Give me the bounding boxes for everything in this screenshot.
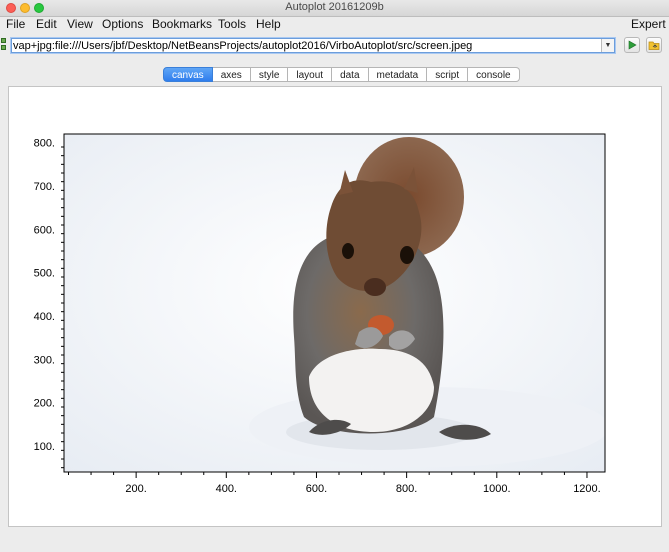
x-tick-label: 600.: [306, 483, 327, 495]
y-tick-label: 700.: [34, 181, 55, 193]
folder-icon: [648, 41, 660, 50]
data-source-row: ▼: [0, 36, 669, 56]
plot-canvas[interactable]: 200. 400. 600. 800. 1000. 1200. 100. 200. 300. 4…: [9, 87, 661, 526]
tab-script[interactable]: script: [427, 67, 469, 82]
open-file-button[interactable]: [646, 37, 662, 53]
tab-layout[interactable]: layout: [288, 67, 333, 82]
tab-console[interactable]: console: [468, 67, 520, 82]
x-tick-label: 400.: [216, 483, 237, 495]
y-axis: 100. 200. 300. 400. 500. 600. 700. 800.: [34, 138, 64, 469]
tab-metadata[interactable]: metadata: [368, 67, 428, 82]
menu-view[interactable]: View: [67, 17, 93, 31]
plot-image: [64, 134, 605, 472]
menu-file[interactable]: File: [6, 17, 25, 31]
play-icon: [628, 40, 637, 50]
x-tick-label: 800.: [396, 483, 417, 495]
squirrel-eye: [342, 243, 354, 259]
canvas-panel: 200. 400. 600. 800. 1000. 1200. 100. 200. 300. 4…: [8, 86, 662, 527]
drag-handle-icon[interactable]: [1, 38, 7, 52]
menu-edit[interactable]: Edit: [36, 17, 57, 31]
y-tick-label: 200.: [34, 398, 55, 410]
tab-style[interactable]: style: [250, 67, 289, 82]
x-tick-label: 1000.: [483, 483, 511, 495]
plot-go-button[interactable]: [624, 37, 640, 53]
tab-canvas[interactable]: canvas: [163, 67, 213, 82]
menu-options[interactable]: Options: [102, 17, 143, 31]
y-tick-label: 100.: [34, 441, 55, 453]
menu-bookmarks[interactable]: Bookmarks: [152, 17, 212, 31]
window-title: Autoplot 20161209b: [285, 1, 384, 13]
y-tick-label: 800.: [34, 138, 55, 150]
tab-axes[interactable]: axes: [212, 67, 251, 82]
y-tick-label: 300.: [34, 354, 55, 366]
x-tick-label: 200.: [125, 483, 146, 495]
data-source-field[interactable]: ▼: [11, 38, 615, 53]
tab-data[interactable]: data: [332, 67, 369, 82]
chevron-down-icon: ▼: [604, 42, 612, 49]
menu-expert[interactable]: Expert: [631, 17, 666, 31]
menu-tools[interactable]: Tools: [218, 17, 246, 31]
menu-bar: File Edit View Options Bookmarks Tools H…: [0, 16, 669, 32]
url-history-dropdown[interactable]: ▼: [601, 39, 614, 52]
menu-help[interactable]: Help: [256, 17, 281, 31]
tab-bar: canvas axes style layout data metadata script c…: [163, 67, 520, 82]
y-tick-label: 600.: [34, 224, 55, 236]
x-axis: 200. 400. 600. 800. 1000. 1200.: [68, 472, 601, 495]
y-tick-label: 500.: [34, 268, 55, 280]
x-tick-label: 1200.: [573, 483, 601, 495]
data-source-input[interactable]: [12, 39, 601, 52]
y-tick-label: 400.: [34, 311, 55, 323]
title-bar: Autoplot 20161209b: [0, 0, 669, 17]
